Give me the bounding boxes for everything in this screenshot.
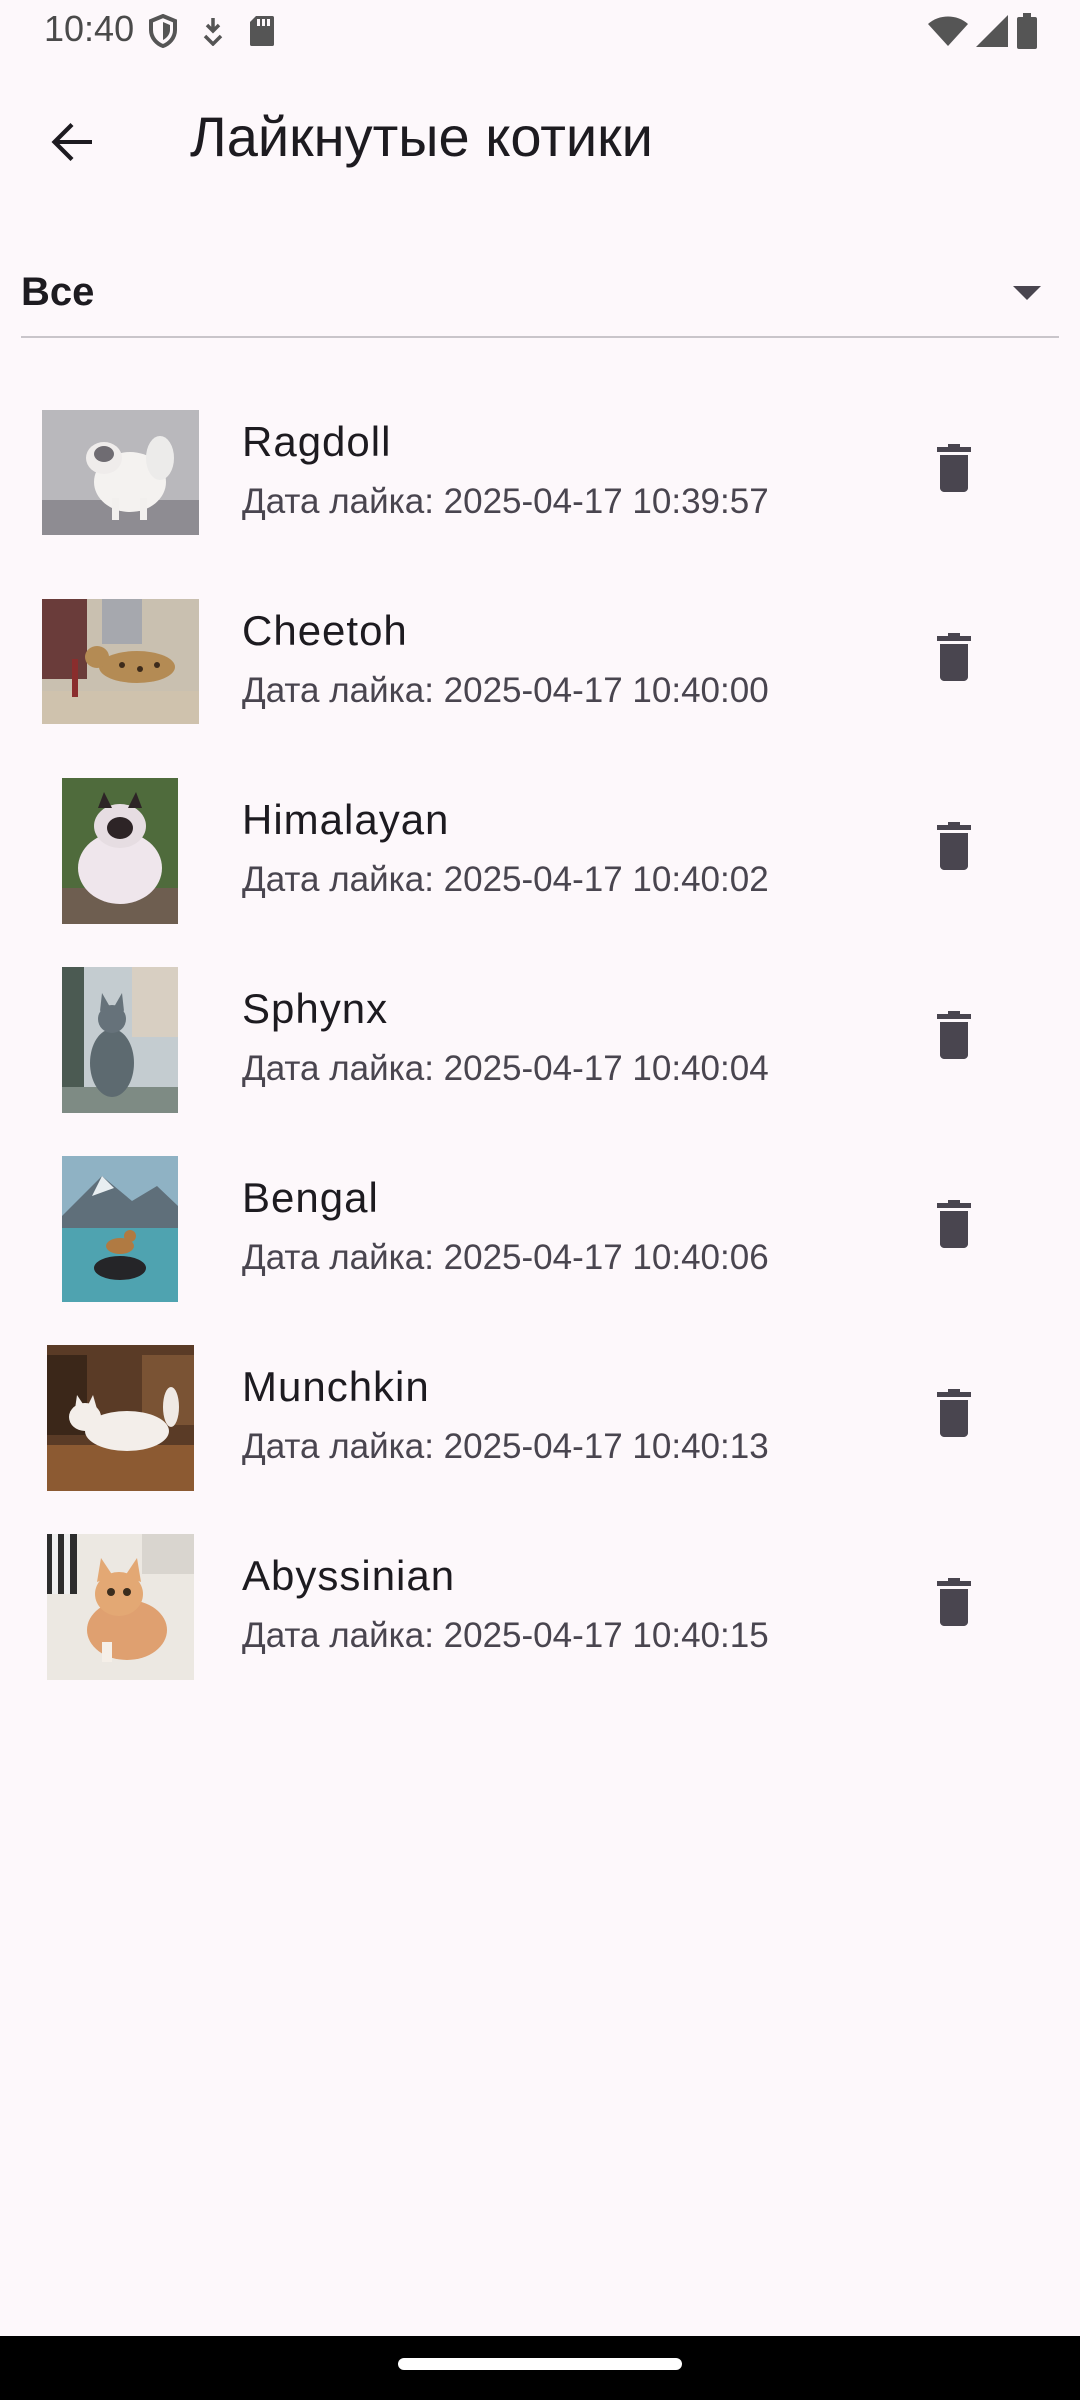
trash-icon — [937, 1577, 971, 1631]
cat-breed-name: Ragdoll — [242, 418, 392, 465]
status-bar: 10:40 — [0, 0, 1080, 62]
sd-card-icon — [248, 14, 276, 48]
status-icons-right — [928, 12, 1038, 50]
list-item[interactable]: Abyssinian Дата лайка: 2025-04-17 10:40:… — [0, 1512, 1080, 1701]
wifi-icon — [928, 15, 968, 47]
arrow-back-icon — [48, 118, 96, 171]
cat-photo — [62, 967, 178, 1113]
cat-photo — [42, 599, 199, 724]
download-icon — [200, 16, 226, 46]
list-item[interactable]: Himalayan Дата лайка: 2025-04-17 10:40:0… — [0, 756, 1080, 945]
like-date: Дата лайка: 2025-04-17 10:40:04 — [242, 1049, 769, 1088]
list-item[interactable]: Ragdoll Дата лайка: 2025-04-17 10:39:57 — [0, 378, 1080, 567]
trash-icon — [937, 632, 971, 686]
delete-button[interactable] — [912, 617, 996, 701]
signal-icon — [976, 15, 1008, 47]
like-date: Дата лайка: 2025-04-17 10:40:02 — [242, 860, 769, 899]
delete-button[interactable] — [912, 1373, 996, 1457]
delete-button[interactable] — [912, 806, 996, 890]
cat-photo — [42, 410, 199, 535]
delete-button[interactable] — [912, 1562, 996, 1646]
trash-icon — [937, 1388, 971, 1442]
delete-button[interactable] — [912, 428, 996, 512]
cat-breed-name: Himalayan — [242, 796, 450, 843]
list-item[interactable]: Sphynx Дата лайка: 2025-04-17 10:40:04 — [0, 945, 1080, 1134]
system-navigation-bar — [0, 2336, 1080, 2400]
cat-breed-name: Munchkin — [242, 1363, 430, 1410]
back-button[interactable] — [30, 102, 114, 186]
filter-dropdown[interactable]: Все — [21, 250, 1059, 338]
home-gesture-handle[interactable] — [398, 2358, 682, 2370]
cat-photo — [47, 1534, 194, 1680]
like-date: Дата лайка: 2025-04-17 10:39:57 — [242, 482, 769, 521]
like-date: Дата лайка: 2025-04-17 10:40:00 — [242, 671, 769, 710]
cat-photo — [62, 1156, 178, 1302]
cat-photo — [62, 778, 178, 924]
trash-icon — [937, 443, 971, 497]
dropdown-arrow-icon — [1013, 286, 1041, 300]
cat-photo — [47, 1345, 194, 1491]
delete-button[interactable] — [912, 995, 996, 1079]
top-app-bar: Лайкнутые котики — [0, 62, 1080, 212]
battery-icon — [1016, 13, 1038, 49]
trash-icon — [937, 821, 971, 875]
cat-breed-name: Abyssinian — [242, 1552, 456, 1599]
status-time: 10:40 — [44, 8, 135, 49]
like-date: Дата лайка: 2025-04-17 10:40:06 — [242, 1238, 769, 1277]
cat-breed-name: Sphynx — [242, 985, 389, 1032]
like-date: Дата лайка: 2025-04-17 10:40:13 — [242, 1427, 769, 1466]
like-date: Дата лайка: 2025-04-17 10:40:15 — [242, 1616, 769, 1655]
cat-breed-name: Bengal — [242, 1174, 379, 1221]
status-icons-left — [148, 12, 276, 50]
trash-icon — [937, 1010, 971, 1064]
list-item[interactable]: Cheetoh Дата лайка: 2025-04-17 10:40:00 — [0, 567, 1080, 756]
cat-breed-name: Cheetoh — [242, 607, 408, 654]
list-item[interactable]: Munchkin Дата лайка: 2025-04-17 10:40:13 — [0, 1323, 1080, 1512]
filter-selected-value: Все — [21, 270, 95, 314]
shield-icon — [148, 14, 178, 48]
page-title: Лайкнутые котики — [190, 105, 653, 168]
delete-button[interactable] — [912, 1184, 996, 1268]
liked-cats-list: Ragdoll Дата лайка: 2025-04-17 10:39:57 — [0, 378, 1080, 1701]
list-item[interactable]: Bengal Дата лайка: 2025-04-17 10:40:06 — [0, 1134, 1080, 1323]
trash-icon — [937, 1199, 971, 1253]
